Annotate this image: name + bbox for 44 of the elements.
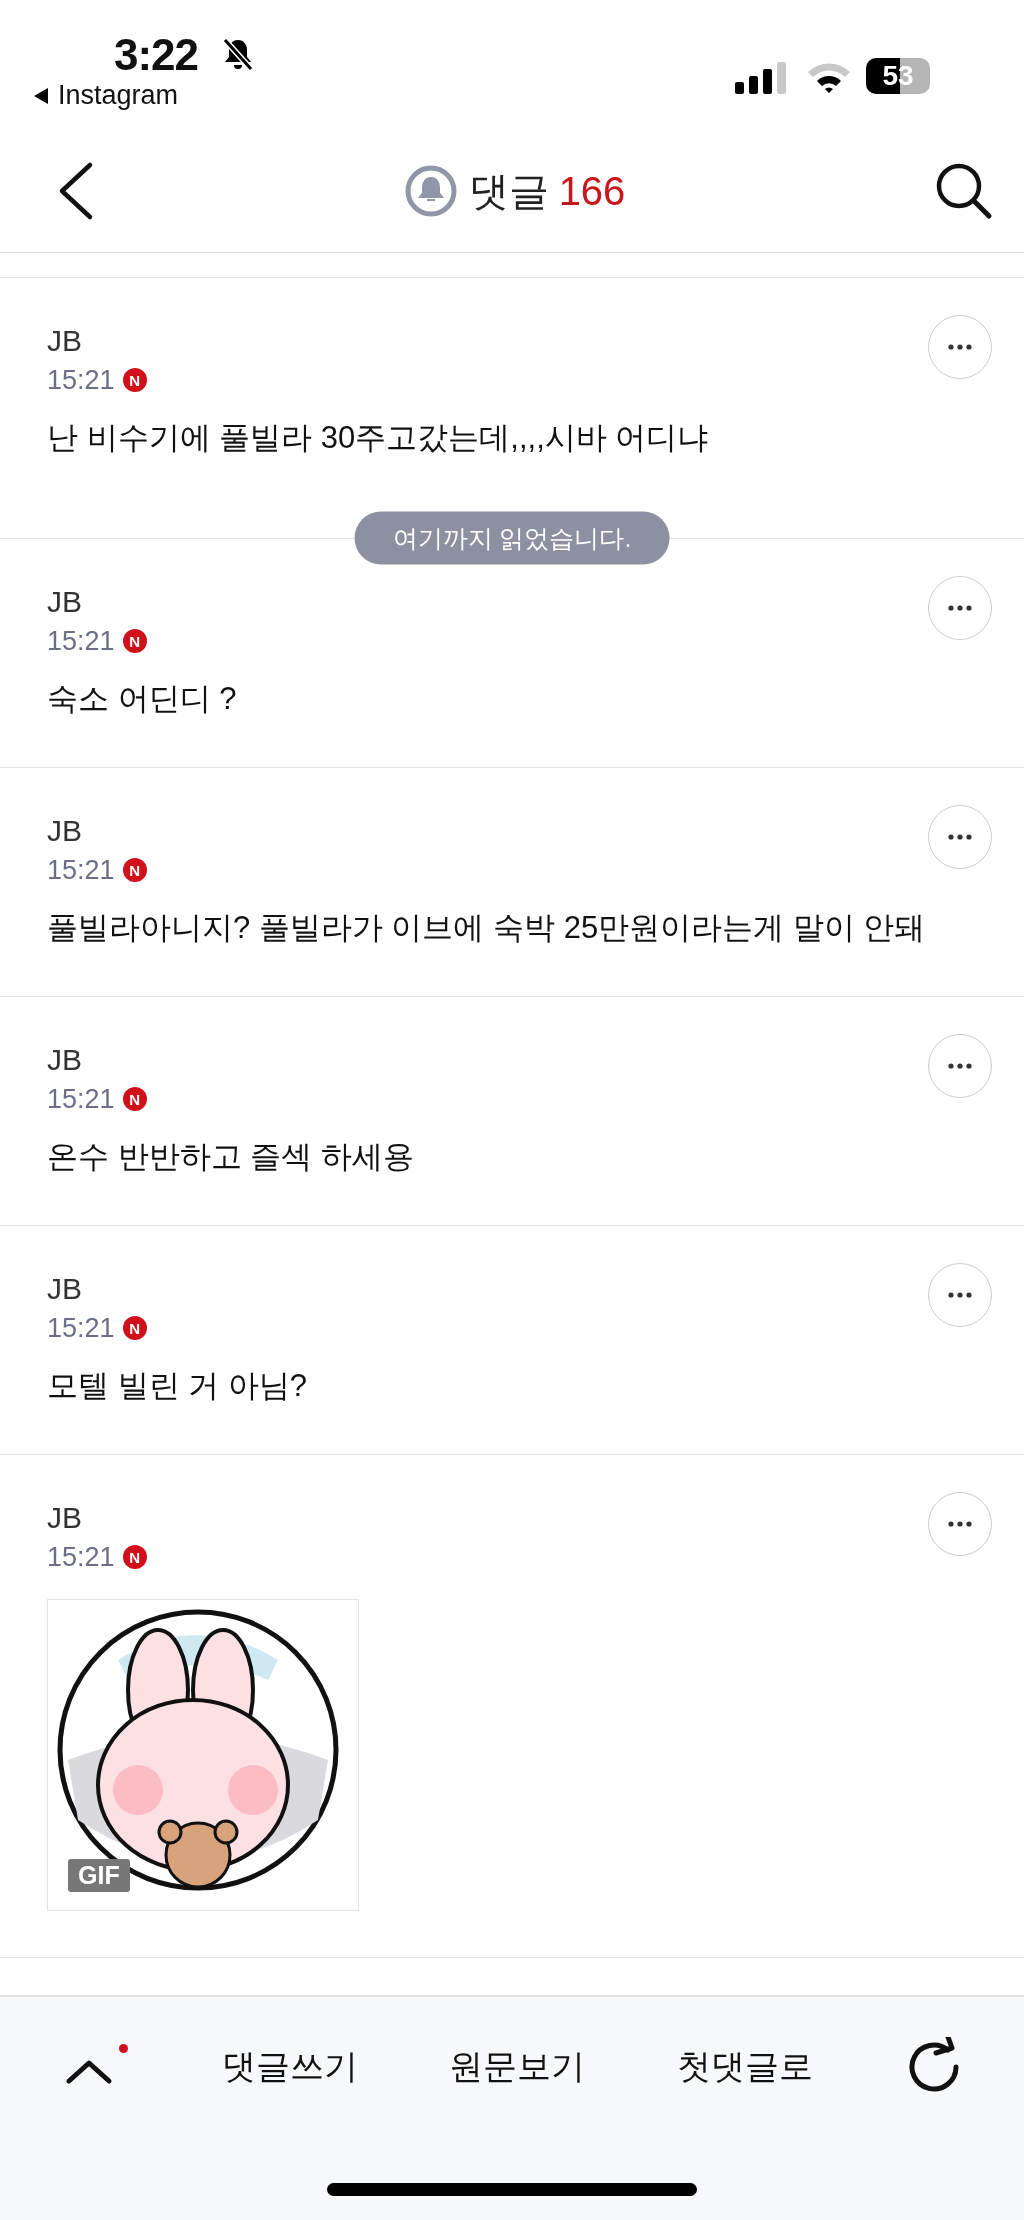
comment-text: 모텔 빌린 거 아님? [47, 1367, 308, 1405]
ellipsis-icon [948, 834, 972, 840]
comment-text: 풀빌라아니지? 풀빌라가 이브에 숙박 25만원이라는게 말이 안돼 [47, 909, 926, 947]
wifi-icon [806, 60, 852, 94]
ellipsis-icon [948, 1063, 972, 1069]
comment-time: 15:21 [47, 1312, 115, 1345]
gif-label: GIF [68, 1859, 130, 1892]
comment-text: 숙소 어딘디 ? [47, 680, 237, 718]
comment-time: 15:21 [47, 625, 115, 658]
new-badge: N [122, 1087, 147, 1111]
comment-time: 15:21 [47, 364, 115, 397]
author-name: JB [47, 323, 82, 359]
ellipsis-icon [948, 605, 972, 611]
new-badge: N [122, 368, 147, 392]
signal-icon [735, 62, 787, 94]
bottom-action[interactable]: 원문보기 [449, 2044, 585, 2090]
bottom-action[interactable]: 첫댓글로 [676, 2044, 813, 2090]
status-time: 3:22 [114, 30, 199, 80]
new-badge: N [122, 1316, 147, 1340]
comment-count: 166 [558, 168, 626, 214]
comment-time: 15:21 [47, 1083, 115, 1116]
comment-time: 15:21 [47, 1541, 115, 1574]
ellipsis-icon [948, 1521, 972, 1527]
home-indicator[interactable] [327, 2183, 697, 2196]
author-name: JB [47, 1500, 82, 1536]
comment-text: 온수 반반하고 즐섹 하세용 [47, 1138, 414, 1176]
ellipsis-icon [948, 344, 972, 350]
author-name: JB [47, 813, 82, 849]
comment-text: 난 비수기에 풀빌라 30주고갔는데,,,,시바 어디냐 [47, 419, 709, 457]
new-badge: N [122, 1545, 147, 1569]
back-app-link[interactable]: Instagram [58, 80, 179, 111]
header-title: 댓글 [468, 167, 549, 215]
comment-time: 15:21 [47, 854, 115, 887]
author-name: JB [47, 1271, 82, 1307]
new-badge: N [122, 858, 147, 882]
search-icon[interactable] [934, 161, 994, 221]
author-name: JB [47, 584, 82, 620]
bell-icon[interactable] [404, 165, 457, 217]
new-badge: N [122, 629, 147, 653]
read-marker: 여기까지 읽었습니다. [354, 511, 670, 565]
ellipsis-icon [948, 1292, 972, 1298]
back-triangle-icon[interactable] [32, 86, 50, 105]
author-name: JB [47, 1042, 82, 1078]
bottom-action[interactable]: 댓글쓰기 [221, 2044, 358, 2090]
